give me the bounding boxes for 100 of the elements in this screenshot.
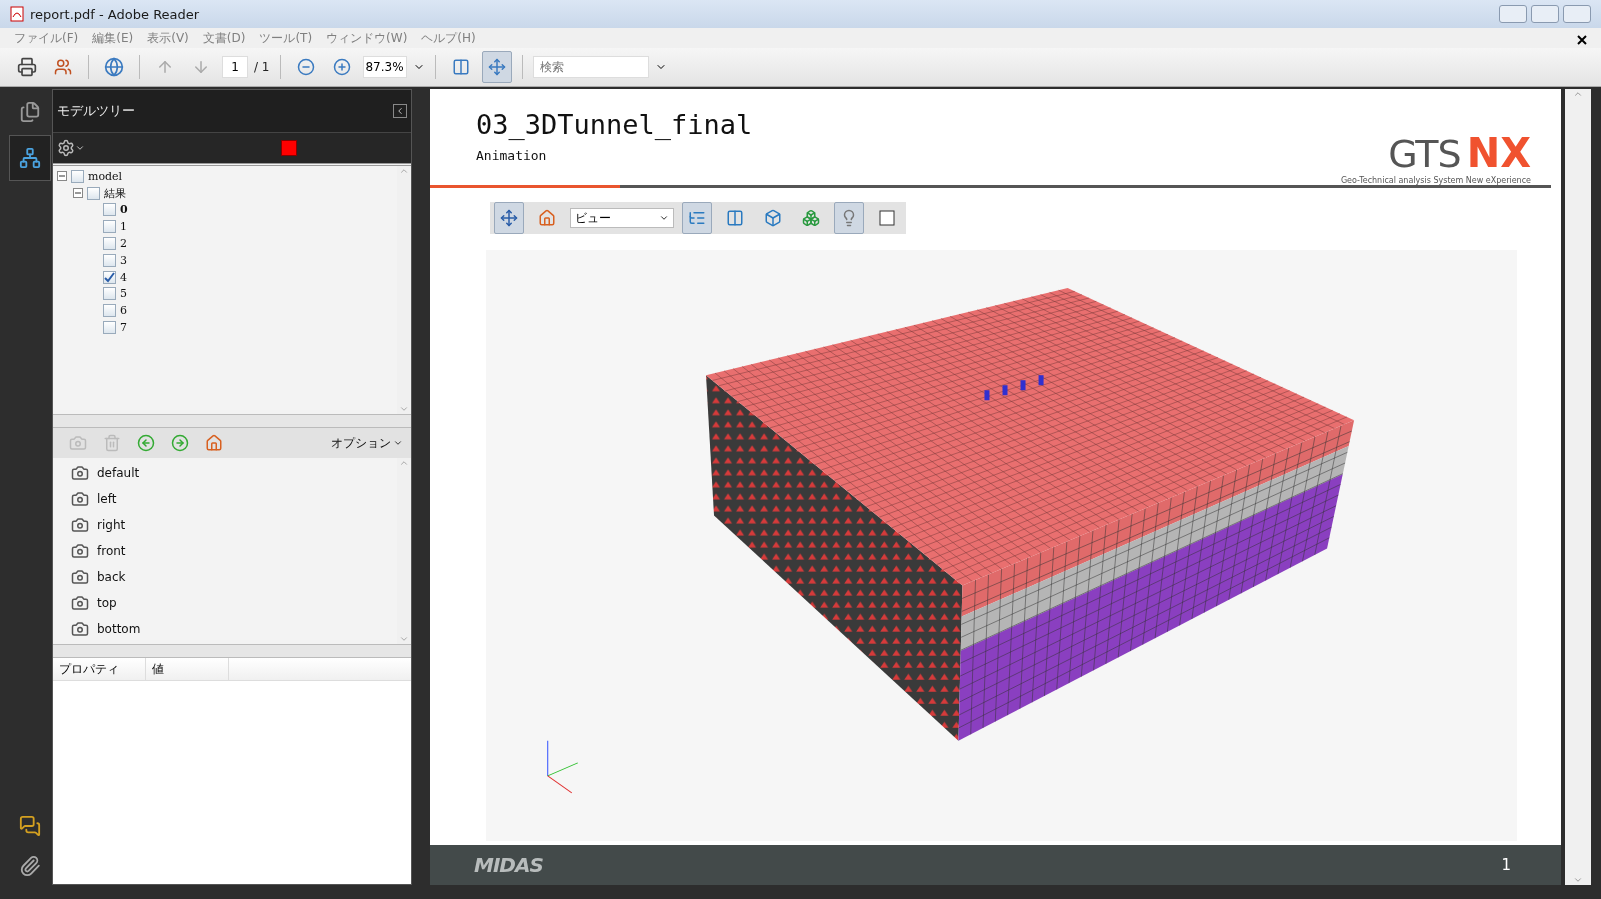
- document-subtitle: Animation: [476, 148, 548, 163]
- checkbox[interactable]: [103, 237, 116, 251]
- minimize-button[interactable]: [1499, 5, 1527, 23]
- cubes-icon: [802, 209, 820, 227]
- checkbox[interactable]: [87, 186, 100, 200]
- collapse-toggle[interactable]: [57, 171, 67, 182]
- cube-icon: [764, 209, 782, 227]
- tree-item[interactable]: 4: [120, 270, 127, 284]
- checkbox[interactable]: [103, 321, 116, 335]
- color-swatch[interactable]: [281, 140, 297, 156]
- collapse-button[interactable]: [393, 104, 407, 118]
- zoom-in-icon: [332, 58, 351, 76]
- view-item[interactable]: default: [97, 466, 140, 480]
- menu-item[interactable]: ヘルプ(H): [421, 29, 476, 47]
- logo-text: GTS: [1388, 132, 1461, 176]
- tree-item[interactable]: 3: [120, 253, 127, 267]
- scrollbar[interactable]: [1565, 89, 1591, 885]
- search-field[interactable]: 検索: [532, 56, 649, 78]
- navigate-button[interactable]: [494, 202, 524, 234]
- options-button[interactable]: オプション: [331, 434, 403, 452]
- brand-logo: MIDAS: [474, 853, 543, 877]
- tree-item[interactable]: 0: [120, 203, 128, 217]
- checkbox[interactable]: [103, 253, 116, 267]
- page-number: 1: [1501, 856, 1511, 874]
- checkbox[interactable]: [103, 287, 116, 301]
- caret-icon: [659, 213, 669, 223]
- splitter[interactable]: [53, 414, 411, 428]
- close-icon[interactable]: [1577, 33, 1587, 43]
- tree-item[interactable]: 1: [120, 220, 127, 234]
- tree-icon: [688, 209, 706, 227]
- tree-button[interactable]: [682, 202, 712, 234]
- zoom-field[interactable]: 87.3%: [362, 56, 407, 78]
- comments-icon[interactable]: [19, 815, 41, 837]
- tree-item[interactable]: 7: [120, 321, 127, 335]
- view-item[interactable]: back: [97, 570, 126, 584]
- view-item[interactable]: bottom: [97, 622, 141, 636]
- close-button[interactable]: [1563, 5, 1591, 23]
- settings-icon[interactable]: [57, 139, 75, 157]
- checkbox[interactable]: [103, 220, 116, 234]
- view-item[interactable]: front: [97, 544, 126, 558]
- scroll-down-icon[interactable]: [399, 404, 409, 414]
- scroll-down-icon[interactable]: [399, 634, 409, 644]
- pages-icon: [19, 101, 41, 123]
- camera-icon: [71, 516, 89, 534]
- menu-item[interactable]: ツール(T): [259, 29, 313, 47]
- light-button[interactable]: [834, 202, 864, 234]
- caret-icon: [395, 106, 405, 116]
- logo-text: NX: [1466, 130, 1531, 176]
- home-icon[interactable]: [205, 434, 223, 452]
- menu-item[interactable]: ウィンドウ(W): [326, 29, 408, 47]
- view-item[interactable]: left: [97, 492, 117, 506]
- columns-icon: [726, 209, 744, 227]
- model-tree-tab[interactable]: [9, 135, 51, 181]
- scrollbar[interactable]: [397, 458, 411, 644]
- document-title: 03_3DTunnel_final: [476, 109, 753, 140]
- down-arrow-icon: [192, 58, 210, 76]
- tree-item[interactable]: model: [88, 169, 123, 183]
- fit-width-icon: [451, 58, 470, 76]
- back-icon[interactable]: [137, 434, 155, 452]
- page-field[interactable]: 1: [222, 56, 248, 78]
- camera-icon[interactable]: [69, 434, 87, 452]
- menu-item[interactable]: 文書(D): [202, 29, 246, 47]
- print-icon: [17, 57, 37, 77]
- collapse-toggle[interactable]: [73, 188, 83, 199]
- logo-tagline: Geo-Technical analysis System New eXperience: [1340, 176, 1531, 185]
- maximize-button[interactable]: [1531, 5, 1559, 23]
- caret-icon[interactable]: [75, 143, 85, 153]
- tree-item[interactable]: 結果: [104, 185, 126, 201]
- menu-item[interactable]: ファイル(F): [14, 29, 79, 47]
- view-item[interactable]: right: [97, 518, 126, 532]
- menu-item[interactable]: 編集(E): [92, 29, 134, 47]
- page-count: / 1: [254, 60, 270, 74]
- camera-icon: [71, 542, 89, 560]
- window-title: report.pdf - Adobe Reader: [30, 6, 200, 22]
- menu-item[interactable]: 表示(V): [147, 29, 189, 47]
- scroll-up-icon[interactable]: [399, 166, 409, 176]
- view-dropdown[interactable]: ビュー: [570, 208, 674, 228]
- scroll-up-icon[interactable]: [399, 458, 409, 468]
- attachment-icon[interactable]: [19, 855, 41, 877]
- forward-icon[interactable]: [171, 434, 189, 452]
- tree-item[interactable]: 5: [120, 287, 127, 301]
- scroll-down-icon[interactable]: [1573, 875, 1583, 885]
- checkbox[interactable]: [71, 169, 84, 183]
- splitter[interactable]: [53, 644, 411, 658]
- checkbox[interactable]: [103, 304, 116, 318]
- column-header: プロパティ: [53, 658, 146, 680]
- checkbox[interactable]: [103, 203, 116, 217]
- camera-icon: [71, 464, 89, 482]
- fit-page-button[interactable]: [481, 51, 512, 83]
- view-item[interactable]: top: [97, 596, 117, 610]
- tree-item[interactable]: 2: [120, 237, 127, 251]
- trash-icon[interactable]: [103, 434, 121, 452]
- caret-icon: [393, 438, 403, 448]
- panel-title: モデルツリー: [57, 102, 135, 120]
- column-header: 値: [146, 658, 229, 680]
- scroll-up-icon[interactable]: [1573, 89, 1583, 99]
- tree-item[interactable]: 6: [120, 304, 127, 318]
- scrollbar[interactable]: [397, 166, 411, 414]
- camera-icon: [71, 490, 89, 508]
- checkbox[interactable]: [103, 270, 116, 284]
